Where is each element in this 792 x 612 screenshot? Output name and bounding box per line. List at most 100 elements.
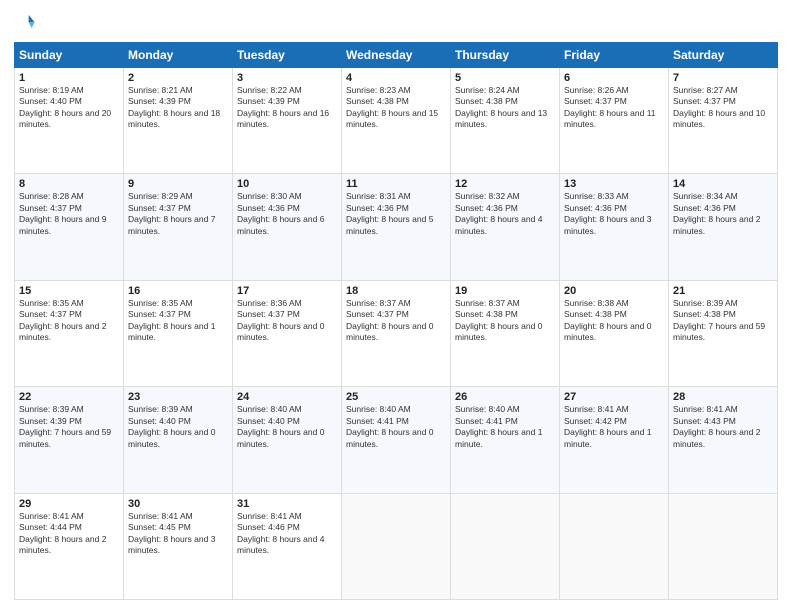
calendar-day-cell: 25 Sunrise: 8:40 AM Sunset: 4:41 PM Dayl… [342,387,451,493]
day-number: 24 [237,391,337,403]
day-number: 2 [128,72,228,84]
day-number: 30 [128,498,228,510]
calendar-day-cell: 5 Sunrise: 8:24 AM Sunset: 4:38 PM Dayli… [451,68,560,174]
calendar-day-cell: 4 Sunrise: 8:23 AM Sunset: 4:38 PM Dayli… [342,68,451,174]
day-number: 10 [237,178,337,190]
day-info: Sunrise: 8:39 AM Sunset: 4:39 PM Dayligh… [19,404,119,450]
day-of-week-header: Wednesday [342,43,451,68]
day-info: Sunrise: 8:37 AM Sunset: 4:37 PM Dayligh… [346,298,446,344]
day-info: Sunrise: 8:40 AM Sunset: 4:40 PM Dayligh… [237,404,337,450]
day-number: 26 [455,391,555,403]
day-number: 1 [19,72,119,84]
day-info: Sunrise: 8:35 AM Sunset: 4:37 PM Dayligh… [128,298,228,344]
day-of-week-header: Sunday [15,43,124,68]
logo [14,12,38,34]
day-info: Sunrise: 8:29 AM Sunset: 4:37 PM Dayligh… [128,191,228,237]
day-number: 5 [455,72,555,84]
calendar-day-cell [342,493,451,599]
calendar-day-cell: 9 Sunrise: 8:29 AM Sunset: 4:37 PM Dayli… [124,174,233,280]
calendar-day-cell: 16 Sunrise: 8:35 AM Sunset: 4:37 PM Dayl… [124,280,233,386]
calendar-day-cell: 1 Sunrise: 8:19 AM Sunset: 4:40 PM Dayli… [15,68,124,174]
day-info: Sunrise: 8:39 AM Sunset: 4:38 PM Dayligh… [673,298,773,344]
day-info: Sunrise: 8:37 AM Sunset: 4:38 PM Dayligh… [455,298,555,344]
day-number: 31 [237,498,337,510]
logo-icon [14,12,36,34]
day-number: 18 [346,285,446,297]
calendar-day-cell [451,493,560,599]
calendar-day-cell: 6 Sunrise: 8:26 AM Sunset: 4:37 PM Dayli… [560,68,669,174]
calendar-header-row: SundayMondayTuesdayWednesdayThursdayFrid… [15,43,778,68]
calendar-day-cell: 10 Sunrise: 8:30 AM Sunset: 4:36 PM Dayl… [233,174,342,280]
calendar-day-cell: 15 Sunrise: 8:35 AM Sunset: 4:37 PM Dayl… [15,280,124,386]
calendar-day-cell: 22 Sunrise: 8:39 AM Sunset: 4:39 PM Dayl… [15,387,124,493]
day-of-week-header: Friday [560,43,669,68]
calendar-day-cell: 30 Sunrise: 8:41 AM Sunset: 4:45 PM Dayl… [124,493,233,599]
day-info: Sunrise: 8:21 AM Sunset: 4:39 PM Dayligh… [128,85,228,131]
day-number: 9 [128,178,228,190]
day-info: Sunrise: 8:26 AM Sunset: 4:37 PM Dayligh… [564,85,664,131]
calendar-day-cell: 8 Sunrise: 8:28 AM Sunset: 4:37 PM Dayli… [15,174,124,280]
day-number: 28 [673,391,773,403]
day-number: 27 [564,391,664,403]
day-number: 17 [237,285,337,297]
calendar-day-cell: 19 Sunrise: 8:37 AM Sunset: 4:38 PM Dayl… [451,280,560,386]
day-number: 20 [564,285,664,297]
calendar-week-row: 1 Sunrise: 8:19 AM Sunset: 4:40 PM Dayli… [15,68,778,174]
calendar-day-cell: 29 Sunrise: 8:41 AM Sunset: 4:44 PM Dayl… [15,493,124,599]
day-number: 11 [346,178,446,190]
day-info: Sunrise: 8:41 AM Sunset: 4:44 PM Dayligh… [19,511,119,557]
day-info: Sunrise: 8:22 AM Sunset: 4:39 PM Dayligh… [237,85,337,131]
calendar-week-row: 15 Sunrise: 8:35 AM Sunset: 4:37 PM Dayl… [15,280,778,386]
day-info: Sunrise: 8:35 AM Sunset: 4:37 PM Dayligh… [19,298,119,344]
page: SundayMondayTuesdayWednesdayThursdayFrid… [0,0,792,612]
day-number: 13 [564,178,664,190]
day-info: Sunrise: 8:41 AM Sunset: 4:42 PM Dayligh… [564,404,664,450]
day-number: 7 [673,72,773,84]
calendar-day-cell: 31 Sunrise: 8:41 AM Sunset: 4:46 PM Dayl… [233,493,342,599]
day-info: Sunrise: 8:39 AM Sunset: 4:40 PM Dayligh… [128,404,228,450]
day-info: Sunrise: 8:41 AM Sunset: 4:45 PM Dayligh… [128,511,228,557]
day-number: 23 [128,391,228,403]
day-number: 16 [128,285,228,297]
day-info: Sunrise: 8:32 AM Sunset: 4:36 PM Dayligh… [455,191,555,237]
calendar-day-cell [560,493,669,599]
day-number: 22 [19,391,119,403]
calendar-day-cell: 24 Sunrise: 8:40 AM Sunset: 4:40 PM Dayl… [233,387,342,493]
day-of-week-header: Tuesday [233,43,342,68]
calendar-table: SundayMondayTuesdayWednesdayThursdayFrid… [14,42,778,600]
day-number: 3 [237,72,337,84]
calendar-day-cell: 2 Sunrise: 8:21 AM Sunset: 4:39 PM Dayli… [124,68,233,174]
day-info: Sunrise: 8:28 AM Sunset: 4:37 PM Dayligh… [19,191,119,237]
day-of-week-header: Monday [124,43,233,68]
day-info: Sunrise: 8:19 AM Sunset: 4:40 PM Dayligh… [19,85,119,131]
day-info: Sunrise: 8:40 AM Sunset: 4:41 PM Dayligh… [346,404,446,450]
day-info: Sunrise: 8:34 AM Sunset: 4:36 PM Dayligh… [673,191,773,237]
header [14,12,778,34]
day-of-week-header: Saturday [669,43,778,68]
calendar-day-cell: 18 Sunrise: 8:37 AM Sunset: 4:37 PM Dayl… [342,280,451,386]
day-number: 8 [19,178,119,190]
calendar-week-row: 22 Sunrise: 8:39 AM Sunset: 4:39 PM Dayl… [15,387,778,493]
day-info: Sunrise: 8:36 AM Sunset: 4:37 PM Dayligh… [237,298,337,344]
calendar-day-cell: 3 Sunrise: 8:22 AM Sunset: 4:39 PM Dayli… [233,68,342,174]
calendar-week-row: 29 Sunrise: 8:41 AM Sunset: 4:44 PM Dayl… [15,493,778,599]
day-number: 14 [673,178,773,190]
calendar-day-cell: 13 Sunrise: 8:33 AM Sunset: 4:36 PM Dayl… [560,174,669,280]
day-number: 12 [455,178,555,190]
calendar-day-cell: 17 Sunrise: 8:36 AM Sunset: 4:37 PM Dayl… [233,280,342,386]
day-info: Sunrise: 8:33 AM Sunset: 4:36 PM Dayligh… [564,191,664,237]
calendar-day-cell: 26 Sunrise: 8:40 AM Sunset: 4:41 PM Dayl… [451,387,560,493]
day-number: 29 [19,498,119,510]
day-info: Sunrise: 8:41 AM Sunset: 4:46 PM Dayligh… [237,511,337,557]
day-number: 15 [19,285,119,297]
day-info: Sunrise: 8:41 AM Sunset: 4:43 PM Dayligh… [673,404,773,450]
calendar-day-cell: 21 Sunrise: 8:39 AM Sunset: 4:38 PM Dayl… [669,280,778,386]
calendar-day-cell: 11 Sunrise: 8:31 AM Sunset: 4:36 PM Dayl… [342,174,451,280]
calendar-day-cell: 12 Sunrise: 8:32 AM Sunset: 4:36 PM Dayl… [451,174,560,280]
day-number: 6 [564,72,664,84]
calendar-day-cell: 28 Sunrise: 8:41 AM Sunset: 4:43 PM Dayl… [669,387,778,493]
calendar-day-cell: 7 Sunrise: 8:27 AM Sunset: 4:37 PM Dayli… [669,68,778,174]
day-info: Sunrise: 8:31 AM Sunset: 4:36 PM Dayligh… [346,191,446,237]
day-info: Sunrise: 8:27 AM Sunset: 4:37 PM Dayligh… [673,85,773,131]
day-number: 21 [673,285,773,297]
